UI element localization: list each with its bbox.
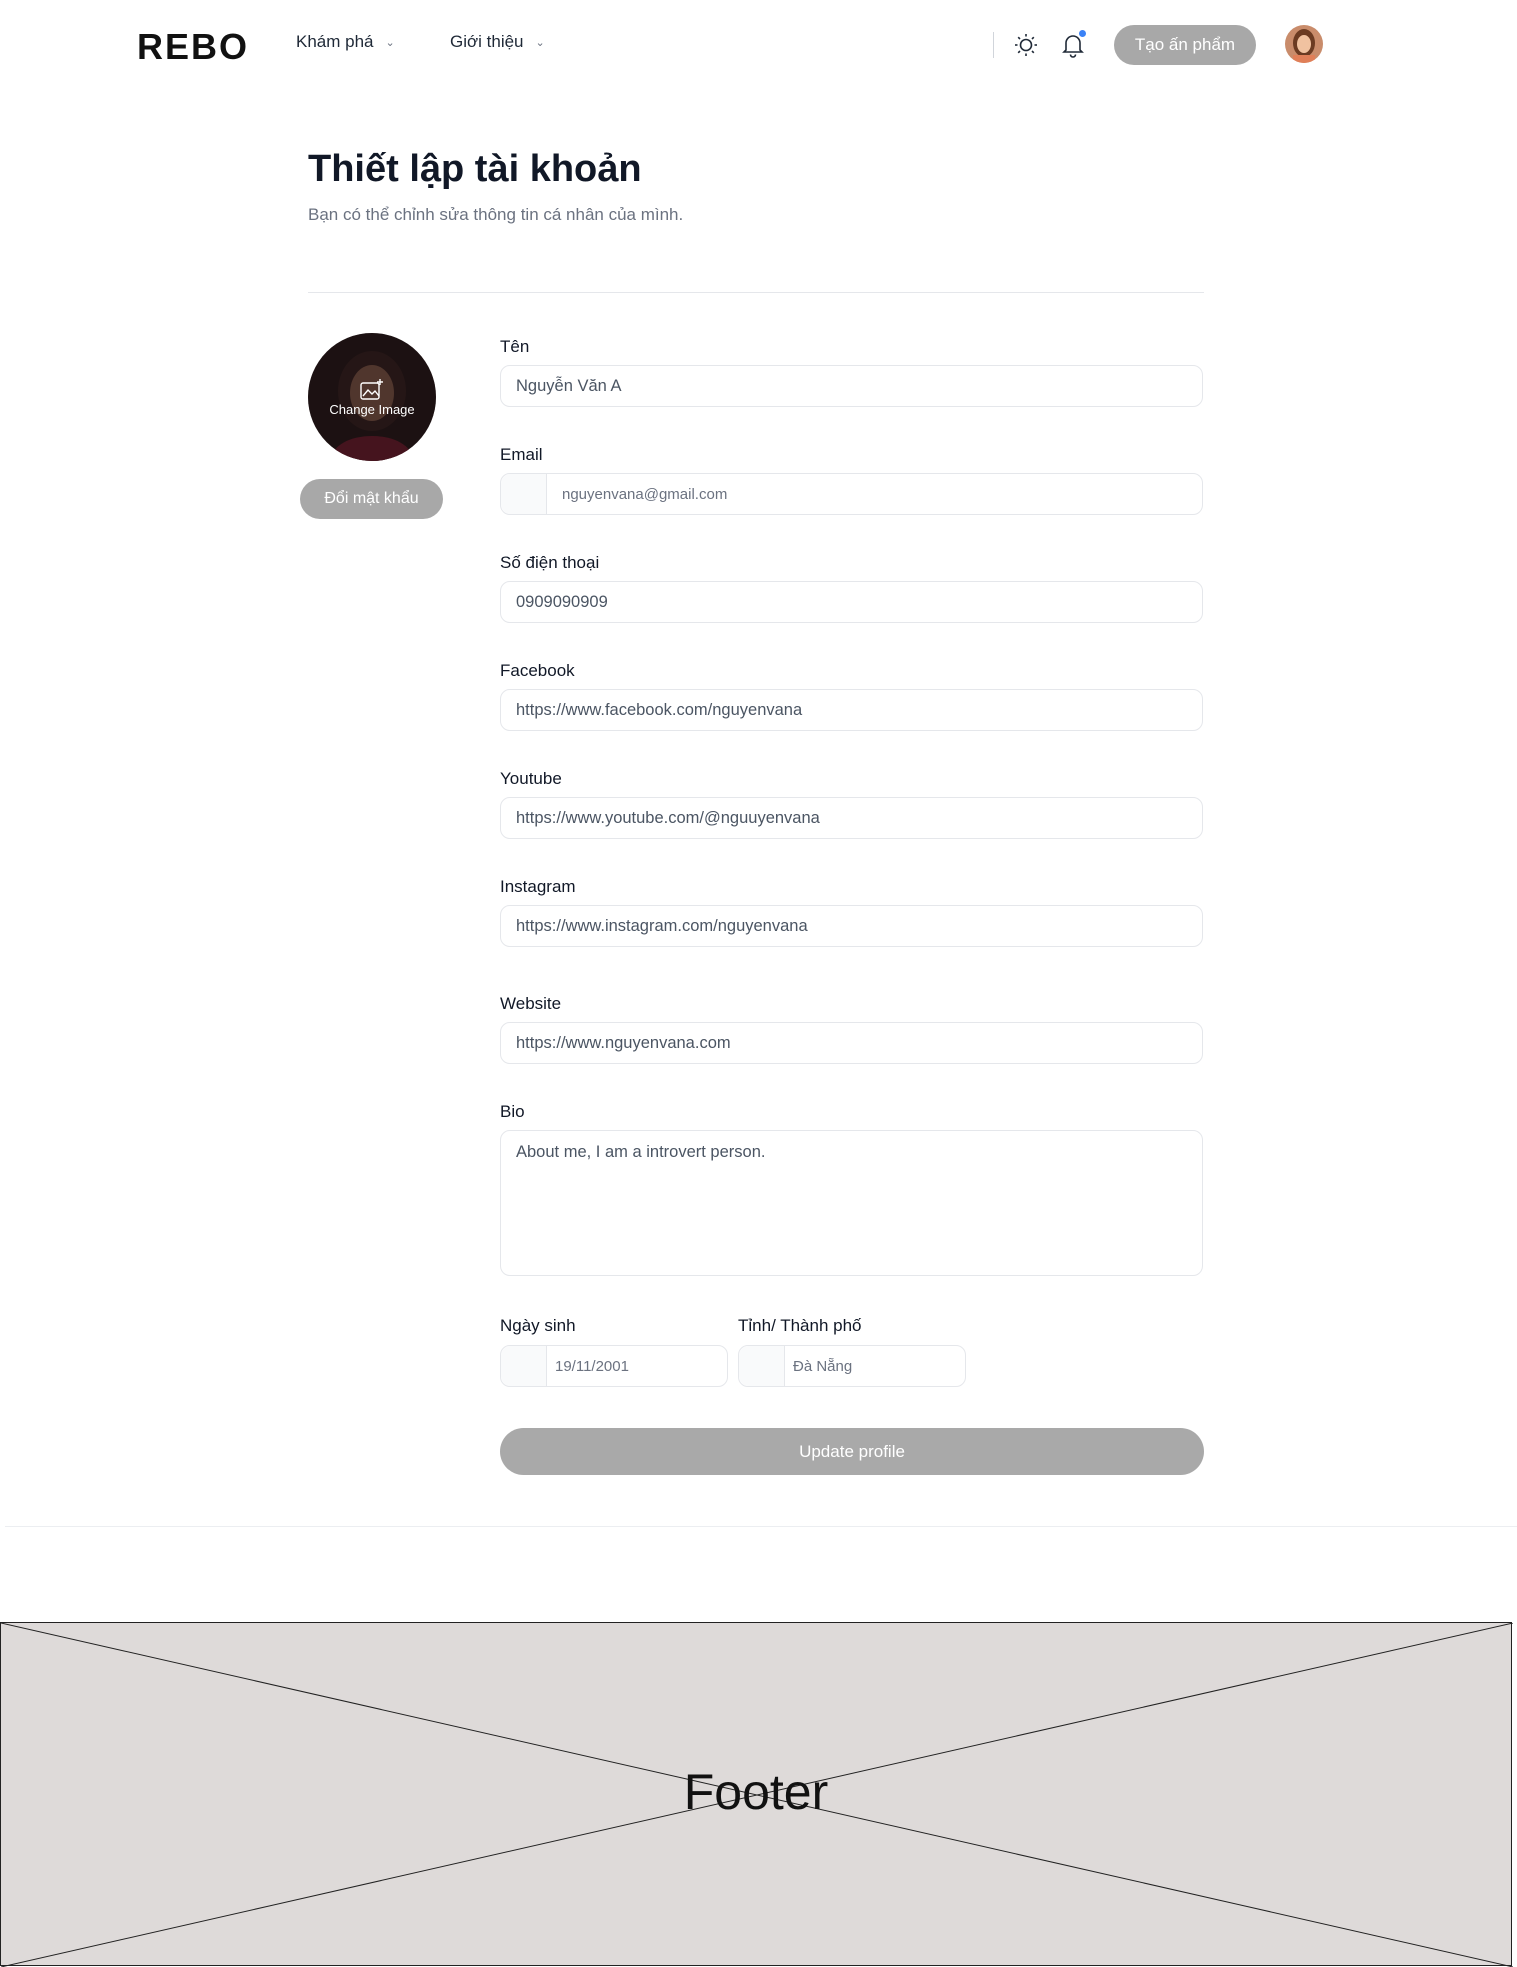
city-label: Tỉnh/ Thành phố [738,1316,862,1335]
instagram-input[interactable]: https://www.instagram.com/nguyenvana [500,905,1203,947]
bio-label: Bio [500,1102,525,1121]
theme-toggle-button[interactable] [1011,30,1041,60]
footer-placeholder: Footer [0,1622,1513,1967]
phone-input[interactable]: 0909090909 [500,581,1203,623]
facebook-input[interactable]: https://www.facebook.com/nguyenvana [500,689,1203,731]
facebook-label: Facebook [500,661,575,680]
birthday-value: 19/11/2001 [555,1357,629,1375]
divider [993,32,994,58]
nav-kham-pha[interactable]: Khám phá ⌄ [296,32,395,52]
page-subtitle: Bạn có thể chỉnh sửa thông tin cá nhân c… [308,205,684,224]
website-label: Website [500,994,562,1013]
calendar-addon [501,1346,547,1386]
chevron-down-icon: ⌄ [535,36,545,49]
page-title: Thiết lập tài khoản [308,148,642,190]
nav-gioi-thieu[interactable]: Giới thiệu ⌄ [450,32,545,52]
update-profile-button[interactable]: Update profile [500,1428,1204,1475]
profile-avatar-upload[interactable]: Change Image [308,333,436,461]
logo[interactable]: REBO [137,26,249,68]
nav-label: Giới thiệu [450,32,524,51]
sun-icon [1015,34,1037,56]
instagram-label: Instagram [500,877,576,896]
website-input[interactable]: https://www.nguyenvana.com [500,1022,1203,1064]
youtube-input[interactable]: https://www.youtube.com/@nguuyenvana [500,797,1203,839]
create-publication-button[interactable]: Tạo ấn phẩm [1114,25,1256,65]
nav-label: Khám phá [296,32,374,51]
content-divider [5,1526,1517,1527]
email-addon [501,474,547,514]
notification-badge [1079,30,1086,37]
location-addon [739,1346,785,1386]
email-label: Email [500,445,543,464]
section-divider [308,292,1204,293]
top-navbar: REBO Khám phá ⌄ Giới thiệu ⌄ Tạo ấn phẩm [0,0,1517,88]
change-image-label: Change Image [329,401,415,417]
bio-textarea[interactable]: About me, I am a introvert person. [500,1130,1203,1276]
email-input[interactable]: nguyenvana@gmail.com [500,473,1203,515]
add-image-icon [360,378,383,400]
footer-label: Footer [683,1764,829,1820]
city-select[interactable]: Đà Nẵng [738,1345,966,1387]
change-password-button[interactable]: Đổi mật khẩu [300,479,443,519]
chevron-down-icon: ⌄ [385,36,395,49]
user-avatar[interactable] [1285,25,1323,63]
email-value: nguyenvana@gmail.com [562,485,728,503]
youtube-label: Youtube [500,769,562,788]
birthday-input[interactable]: 19/11/2001 [500,1345,728,1387]
city-value: Đà Nẵng [793,1357,853,1375]
name-label: Tên [500,337,530,356]
birthday-label: Ngày sinh [500,1316,576,1335]
notification-button[interactable] [1058,30,1088,60]
phone-label: Số điện thoại [500,553,600,572]
name-input[interactable]: Nguyễn Văn A [500,365,1203,407]
